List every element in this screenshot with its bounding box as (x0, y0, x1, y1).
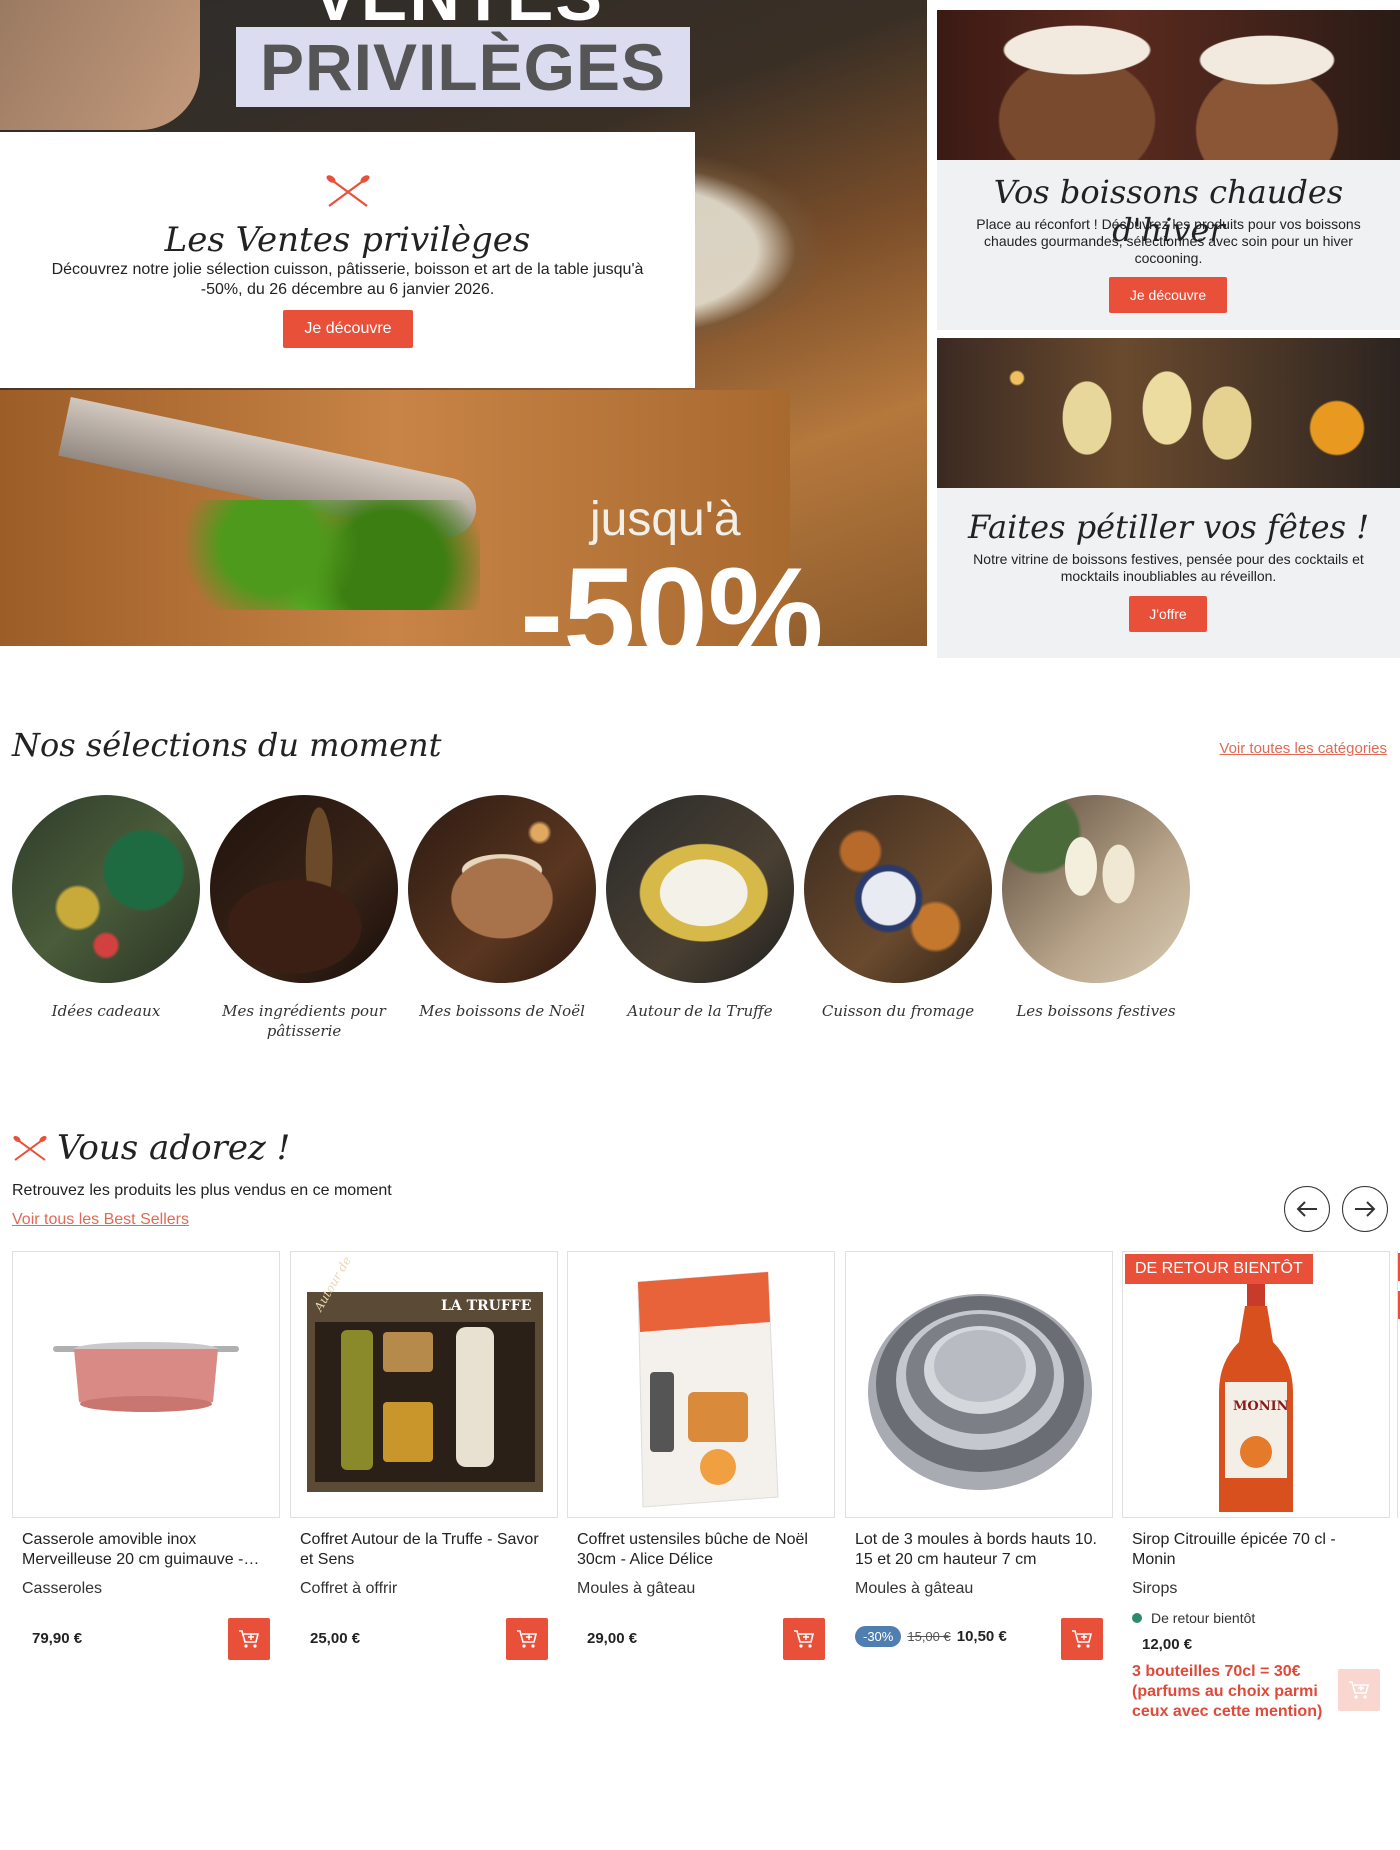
product-name[interactable]: Coffret Autour de la Truffe - Savor et S… (300, 1530, 550, 1570)
cart-icon (1072, 1630, 1093, 1648)
category-label: Mes ingrédients pour pâtisserie (222, 1002, 386, 1040)
product-card[interactable]: Coffret ustensiles bûche de Noël 30cm - … (567, 1251, 835, 1721)
hero-photo-arm (0, 0, 200, 130)
category-truffle[interactable]: Autour de la Truffe (606, 795, 794, 1021)
category-cheese-cooking[interactable]: Cuisson du fromage (804, 795, 992, 1021)
promo-card-hot-drinks: Vos boissons chaudes d'hiver Place au ré… (937, 10, 1400, 330)
category-gift-ideas[interactable]: Idées cadeaux (12, 795, 200, 1021)
promo-card-festive-drinks: Faites pétiller vos fêtes ! Notre vitrin… (937, 338, 1400, 658)
stock-status-text: De retour bientôt (1151, 1610, 1256, 1626)
hero-percent-text: -50% (520, 540, 824, 646)
category-festive-drinks[interactable]: Les boissons festives (1002, 795, 1190, 1021)
product-category: Moules à gâteau (855, 1580, 974, 1597)
festive-drinks-title: Faites pétiller vos fêtes ! (967, 508, 1370, 546)
product-card[interactable]: LA TRUFFE Autour de Coffret Autour de la… (290, 1251, 558, 1721)
product-name[interactable]: Casserole amovible inox Merveilleuse 20 … (22, 1530, 272, 1570)
all-categories-link[interactable]: Voir toutes les catégories (1219, 740, 1387, 757)
carousel-next-button[interactable] (1342, 1186, 1388, 1232)
hot-drinks-image[interactable] (937, 10, 1400, 160)
hero-photo-herbs (180, 500, 480, 610)
product-name[interactable]: Lot de 3 moules à bords hauts 10. 15 et … (855, 1530, 1105, 1570)
category-label: Les boissons festives (1016, 1002, 1176, 1020)
arrow-left-icon (1296, 1201, 1317, 1217)
add-to-cart-button[interactable] (228, 1618, 270, 1660)
product-price: 25,00 € (310, 1630, 361, 1647)
bestsellers-title: Vous adorez ! (57, 1128, 291, 1168)
product-name[interactable]: Sirop Citrouille épicée 70 cl - Monin (1132, 1530, 1382, 1570)
category-label: Autour de la Truffe (627, 1002, 773, 1020)
product-card[interactable]: Lot de 3 moules à bords hauts 10. 15 et … (845, 1251, 1113, 1721)
add-to-cart-button[interactable] (1061, 1618, 1103, 1660)
cart-icon (1349, 1681, 1370, 1699)
crossed-utensils-icon (326, 175, 370, 207)
hot-drinks-description: Place au réconfort ! Découvrez les produ… (976, 216, 1361, 266)
category-image (1002, 795, 1190, 983)
product-card[interactable]: Casserole amovible inox Merveilleuse 20 … (12, 1251, 280, 1721)
crossed-utensils-icon (13, 1135, 47, 1161)
monin-syrup-image: MONIN (1219, 1280, 1293, 1512)
product-category: Moules à gâteau (577, 1580, 696, 1597)
product-price: 10,50 € (956, 1628, 1007, 1645)
category-label: Cuisson du fromage (821, 1002, 975, 1020)
back-soon-badge: DE RETOUR BIENTÔT (1125, 1254, 1313, 1284)
monin-label: MONIN (1233, 1399, 1289, 1414)
product-price: 29,00 € (587, 1630, 638, 1647)
category-label: Mes boissons de Noël (419, 1002, 585, 1020)
cake-molds-image (868, 1294, 1092, 1490)
category-christmas-drinks[interactable]: Mes boissons de Noël (408, 795, 596, 1021)
hot-drinks-button[interactable]: Je découvre (1109, 277, 1227, 313)
category-image (804, 795, 992, 983)
festive-drinks-description: Notre vitrine de boissons festives, pens… (973, 551, 1364, 584)
hero-privileges-box: PRIVILÈGES (236, 27, 690, 107)
hero-jusqua-text: jusqu'à (590, 493, 741, 546)
hero-card-description: Découvrez notre jolie sélection cuisson,… (51, 261, 644, 298)
product-image[interactable] (12, 1251, 280, 1518)
product-image[interactable] (567, 1251, 835, 1518)
product-price-group: -30% 15,00 € 10,50 € (855, 1626, 1007, 1647)
product-category: Coffret à offrir (300, 1580, 398, 1597)
old-price: 15,00 € (907, 1629, 951, 1644)
hero-discover-button[interactable]: Je découvre (283, 310, 413, 348)
product-price: 79,90 € (32, 1630, 83, 1647)
category-label: Idées cadeaux (51, 1002, 161, 1020)
selections-title: Nos sélections du moment (12, 726, 442, 764)
hero-privileges-text: PRIVILÈGES (259, 30, 667, 104)
product-card[interactable]: MONIN DE RETOUR BIENTÔT Sirop Citrouille… (1122, 1251, 1390, 1721)
product-category: Casseroles (22, 1580, 103, 1597)
add-to-cart-button[interactable] (783, 1618, 825, 1660)
discount-badge: -30% (855, 1626, 902, 1647)
arrow-right-icon (1355, 1201, 1376, 1217)
category-image (606, 795, 794, 983)
product-category: Sirops (1132, 1580, 1178, 1597)
buche-kit-image (637, 1271, 779, 1508)
all-bestsellers-link[interactable]: Voir tous les Best Sellers (12, 1211, 189, 1229)
category-image (408, 795, 596, 983)
product-price: 12,00 € (1142, 1636, 1193, 1653)
casserole-image (53, 1342, 239, 1412)
cart-icon (239, 1630, 260, 1648)
truffle-box-image: LA TRUFFE Autour de (307, 1254, 543, 1492)
truffle-box-label: LA TRUFFE (441, 1298, 531, 1314)
festive-drinks-image[interactable] (937, 338, 1400, 488)
stock-status: De retour bientôt (1132, 1610, 1255, 1626)
hero-card: Les Ventes privilèges Découvrez notre jo… (0, 132, 695, 388)
promo-offer-text: 3 bouteilles 70cl = 30€ (parfums au choi… (1132, 1663, 1323, 1720)
category-image (210, 795, 398, 983)
product-image[interactable]: LA TRUFFE Autour de (290, 1251, 558, 1518)
hero-banner[interactable]: VENTES PRIVILÈGES jusqu'à -50% Les Vente… (0, 0, 927, 646)
add-to-cart-button[interactable] (1338, 1669, 1380, 1711)
product-image[interactable] (845, 1251, 1113, 1518)
product-name[interactable]: Coffret ustensiles bûche de Noël 30cm - … (577, 1530, 827, 1570)
product-image[interactable]: MONIN DE RETOUR BIENTÔT (1122, 1251, 1390, 1518)
add-to-cart-button[interactable] (506, 1618, 548, 1660)
status-dot-icon (1132, 1613, 1142, 1623)
category-pastry-ingredients[interactable]: Mes ingrédients pour pâtisserie (210, 795, 398, 1041)
carousel-prev-button[interactable] (1284, 1186, 1330, 1232)
cart-icon (794, 1630, 815, 1648)
bestsellers-subtitle: Retrouvez les produits les plus vendus e… (12, 1182, 392, 1199)
hero-card-title: Les Ventes privilèges (164, 220, 531, 260)
cart-icon (517, 1630, 538, 1648)
festive-drinks-button[interactable]: J'offre (1129, 596, 1207, 632)
category-image (12, 795, 200, 983)
